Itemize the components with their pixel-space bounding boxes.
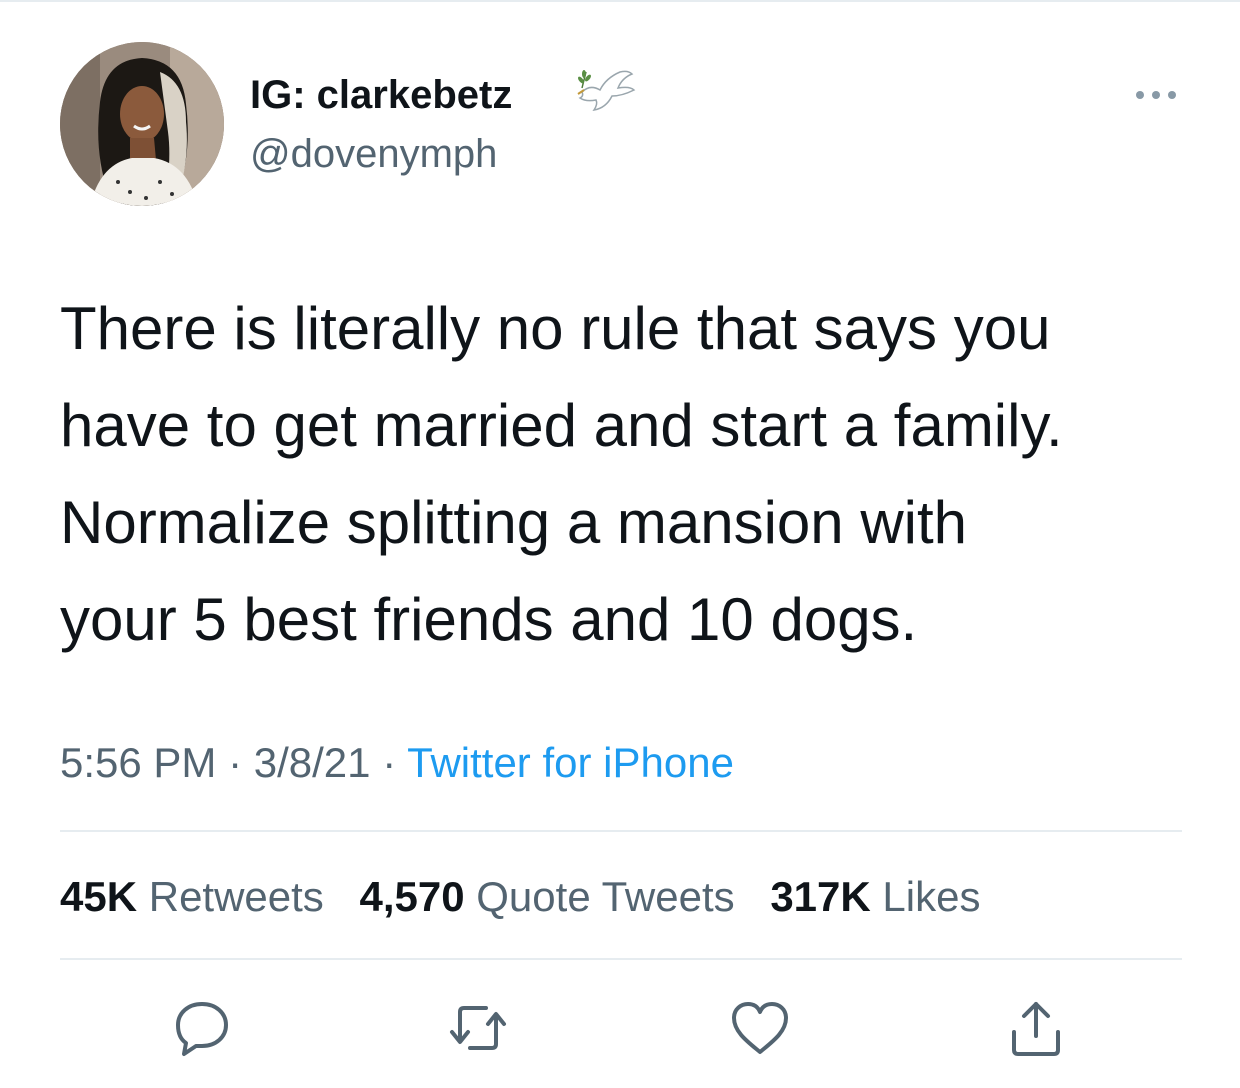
retweets-stat[interactable]: 45K Retweets xyxy=(60,873,324,920)
display-name[interactable]: IG: clarkebetz xyxy=(250,70,512,120)
quote-tweets-label: Quote Tweets xyxy=(476,873,735,920)
meta-separator: · xyxy=(370,739,408,786)
quote-tweets-count: 4,570 xyxy=(359,873,465,920)
quote-tweets-stat[interactable]: 4,570 Quote Tweets xyxy=(359,873,734,920)
engagement-stats: 45K Retweets 4,570 Quote Tweets 317K Lik… xyxy=(60,870,1004,924)
tweet-line: Normalize splitting a mansion with xyxy=(60,489,968,556)
likes-stat[interactable]: 317K Likes xyxy=(770,873,980,920)
tweet-source-link[interactable]: Twitter for iPhone xyxy=(407,739,734,786)
dove-icon xyxy=(577,70,636,112)
action-bar xyxy=(0,996,1240,1060)
likes-count: 317K xyxy=(770,873,871,920)
tweet-date[interactable]: 3/8/21 xyxy=(254,739,371,786)
meta-separator: · xyxy=(216,739,254,786)
tweet-text: There is literally no rule that says you… xyxy=(60,280,1190,668)
user-handle[interactable]: @dovenymph xyxy=(250,128,497,180)
tweet-time[interactable]: 5:56 PM xyxy=(60,739,216,786)
reply-icon[interactable] xyxy=(170,996,234,1060)
share-icon[interactable] xyxy=(1004,996,1068,1060)
divider xyxy=(60,958,1182,960)
tweet-line: your 5 best friends and 10 dogs. xyxy=(60,586,918,653)
like-icon[interactable] xyxy=(728,996,792,1060)
tweet-meta: 5:56 PM · 3/8/21 · Twitter for iPhone xyxy=(60,736,734,790)
retweets-label: Retweets xyxy=(148,873,324,920)
more-options-icon[interactable] xyxy=(1132,84,1180,106)
retweets-count: 45K xyxy=(60,873,138,920)
divider xyxy=(60,830,1182,832)
top-divider xyxy=(0,0,1240,2)
tweet-line: There is literally no rule that says you xyxy=(60,295,1051,362)
likes-label: Likes xyxy=(882,873,981,920)
avatar[interactable] xyxy=(60,42,224,206)
tweet-line: have to get married and start a family. xyxy=(60,392,1063,459)
retweet-icon[interactable] xyxy=(446,996,510,1060)
